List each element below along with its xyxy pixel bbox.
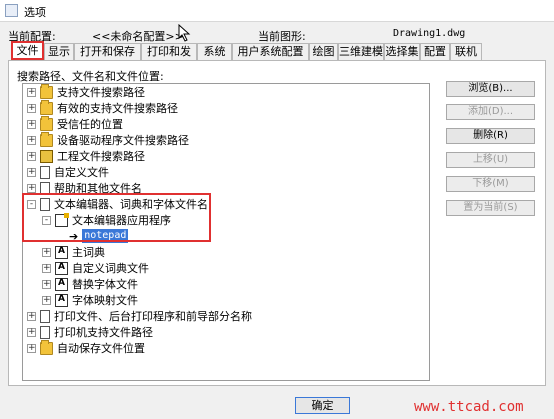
expand-icon[interactable]: +	[27, 343, 36, 353]
tab-files[interactable]: 文件	[11, 41, 44, 60]
set-current-button[interactable]: 置为当前(S)	[446, 200, 535, 216]
tab-system[interactable]: 系统	[197, 43, 232, 60]
title-bar: 选项	[0, 0, 554, 22]
tab-online[interactable]: 联机	[450, 43, 482, 60]
expand-icon[interactable]: +	[27, 151, 36, 161]
folder-icon	[40, 115, 53, 131]
tab-profiles[interactable]: 配置	[420, 43, 450, 60]
document-icon	[40, 325, 50, 339]
expand-icon[interactable]: +	[27, 327, 36, 337]
browse-button[interactable]: 浏览(B)...	[446, 81, 535, 97]
tab-selection[interactable]: 选择集	[384, 43, 420, 60]
tree-item-main-dictionary[interactable]: +主词典	[42, 244, 105, 260]
watermark: www.ttcad.com	[414, 399, 524, 415]
expand-icon[interactable]: +	[27, 167, 36, 177]
options-tabs: 文件 显示 打开和保存 打印和发布 系统 用户系统配置 绘图 三维建模 选择集 …	[8, 41, 546, 73]
current-drawing-label: 当前图形:	[258, 30, 306, 43]
tab-plot-publish[interactable]: 打印和发布	[141, 43, 197, 73]
folder-icon	[40, 84, 53, 99]
dictionary-icon	[55, 245, 68, 259]
expand-icon[interactable]: +	[42, 247, 51, 257]
tree-item-printer-support-paths[interactable]: + 打印机支持文件路径	[27, 324, 153, 340]
tab-user-preferences[interactable]: 用户系统配置	[232, 43, 309, 60]
current-drawing-value: Drawing1.dwg	[393, 28, 466, 39]
app-icon	[5, 4, 18, 17]
tree-item-project-paths[interactable]: + 工程文件搜索路径	[27, 148, 145, 164]
highlight-box	[22, 193, 211, 242]
expand-icon[interactable]: +	[42, 263, 51, 273]
move-down-button[interactable]: 下移(M)	[446, 176, 535, 192]
ok-button[interactable]: 确定	[295, 397, 350, 414]
tree-item-print-files[interactable]: + 打印文件、后台打印程序和前导部分名称	[27, 308, 252, 324]
document-icon	[40, 309, 50, 323]
window-title: 选项	[24, 6, 46, 19]
expand-icon[interactable]: +	[27, 103, 36, 113]
expand-icon[interactable]: +	[42, 295, 51, 305]
folder-icon	[40, 131, 53, 147]
expand-icon[interactable]: +	[27, 119, 36, 129]
tree-item-working-support-paths[interactable]: + 有效的支持文件搜索路径	[27, 99, 178, 116]
expand-icon[interactable]: +	[27, 311, 36, 321]
expand-icon[interactable]: +	[27, 183, 36, 193]
tab-open-save[interactable]: 打开和保存	[74, 43, 141, 60]
search-paths-label: 搜索路径、文件名和文件位置:	[17, 70, 164, 83]
folder-icon	[40, 339, 53, 355]
document-icon	[40, 165, 50, 179]
font-icon	[55, 293, 68, 307]
tree-item-trusted-locations[interactable]: + 受信任的位置	[27, 115, 123, 132]
tab-drafting[interactable]: 绘图	[309, 43, 338, 60]
mouse-cursor-icon	[178, 24, 191, 42]
move-up-button[interactable]: 上移(U)	[446, 152, 535, 168]
tab-display[interactable]: 显示	[44, 43, 74, 60]
remove-button[interactable]: 删除(R)	[446, 128, 535, 144]
tree-item-device-driver-paths[interactable]: + 设备驱动程序文件搜索路径	[27, 131, 189, 148]
tree-item-support-paths[interactable]: + 支持文件搜索路径	[27, 84, 145, 100]
tree-item-custom-dictionary[interactable]: +自定义词典文件	[42, 260, 149, 276]
folder-icon	[40, 99, 53, 115]
tree-item-font-mapping-file[interactable]: +字体映射文件	[42, 292, 138, 308]
font-icon	[55, 277, 68, 291]
tree-item-autosave-location[interactable]: + 自动保存文件位置	[27, 339, 145, 356]
dictionary-icon	[55, 261, 68, 275]
expand-icon[interactable]: +	[42, 279, 51, 289]
book-icon	[40, 149, 53, 163]
tree-item-alt-font-file[interactable]: +替换字体文件	[42, 276, 138, 292]
current-profile-value: <<未命名配置>>	[92, 30, 184, 43]
add-button[interactable]: 添加(D)...	[446, 104, 535, 120]
tree-item-customization-files[interactable]: + 自定义文件	[27, 164, 109, 180]
expand-icon[interactable]: +	[27, 135, 36, 145]
expand-icon[interactable]: +	[27, 87, 36, 97]
tab-3d-modeling[interactable]: 三维建模	[338, 43, 384, 60]
